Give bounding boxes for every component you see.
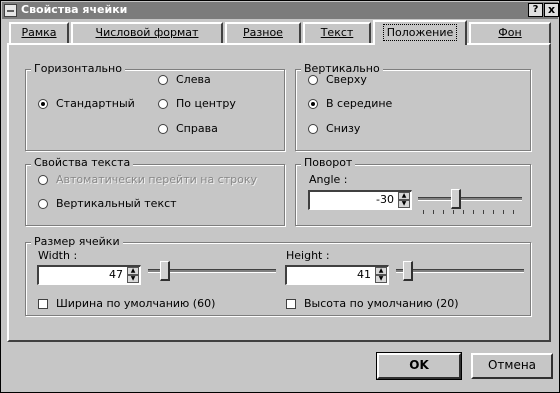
- width-slider[interactable]: [148, 260, 276, 282]
- default-height-checkbox[interactable]: Высота по умолчанию (20): [286, 297, 506, 313]
- horizontal-group-title: Горизонтально: [31, 62, 125, 75]
- down-arrow-icon[interactable]: ▼: [127, 275, 139, 283]
- tab-label: Разное: [243, 26, 283, 39]
- tab-label: Рамка: [21, 26, 57, 39]
- tab-number-format[interactable]: Числовой формат: [71, 22, 223, 44]
- radio-label: В середине: [326, 97, 393, 110]
- radio-label: Справа: [176, 122, 218, 135]
- angle-label: Angle :: [309, 173, 348, 186]
- cancel-button[interactable]: Отмена: [471, 353, 553, 379]
- radio-vertical-text[interactable]: Вертикальный текст: [38, 197, 238, 213]
- width-value: 47: [109, 268, 123, 281]
- radio-auto-wrap: Автоматически перейти на строку: [38, 173, 283, 189]
- radio-left[interactable]: Слева: [158, 73, 268, 89]
- radio-dot: [158, 124, 168, 134]
- height-label: Height :: [286, 249, 330, 262]
- down-arrow-icon[interactable]: ▼: [398, 200, 410, 208]
- width-label: Width :: [38, 249, 78, 262]
- checkbox-box: [286, 299, 296, 309]
- tab-label: Числовой формат: [95, 26, 199, 39]
- height-value: 41: [357, 268, 371, 281]
- radio-right[interactable]: Справа: [158, 122, 268, 138]
- radio-middle[interactable]: В середине: [308, 97, 418, 113]
- up-arrow-icon[interactable]: ▲: [398, 192, 410, 200]
- cell-size-title: Размер ячейки: [31, 235, 123, 248]
- tab-position[interactable]: Положение: [373, 20, 467, 45]
- slider-thumb[interactable]: [403, 261, 413, 281]
- up-arrow-icon[interactable]: ▲: [127, 267, 139, 275]
- ok-label: OK: [409, 358, 429, 372]
- cancel-label: Отмена: [487, 358, 537, 372]
- radio-dot: [158, 75, 168, 85]
- help-button[interactable]: ?: [528, 3, 543, 17]
- radio-standard[interactable]: Стандартный: [38, 97, 148, 113]
- angle-value: -30: [376, 193, 394, 206]
- radio-label: Вертикальный текст: [56, 197, 177, 210]
- window-title: Свойства ячейки: [21, 3, 128, 16]
- checkbox-label: Ширина по умолчанию (60): [56, 297, 216, 310]
- radio-label: Слева: [176, 73, 211, 86]
- tab-border[interactable]: Рамка: [9, 22, 69, 44]
- rotation-title: Поворот: [301, 156, 356, 169]
- tab-text[interactable]: Текст: [303, 22, 371, 44]
- radio-dot: [158, 99, 168, 109]
- radio-dot: [308, 75, 318, 85]
- radio-dot: [38, 199, 48, 209]
- tab-label: Текст: [320, 26, 354, 39]
- system-menu-icon[interactable]: [4, 4, 17, 17]
- close-button[interactable]: x: [544, 3, 559, 17]
- down-arrow-icon[interactable]: ▼: [375, 275, 387, 283]
- radio-dot: [38, 175, 48, 185]
- slider-thumb[interactable]: [451, 189, 461, 209]
- slider-track: [418, 197, 522, 201]
- radio-center[interactable]: По центру: [158, 97, 268, 113]
- radio-label: Сверху: [326, 73, 367, 86]
- angle-slider[interactable]: [418, 188, 522, 215]
- slider-track: [396, 269, 524, 273]
- default-width-checkbox[interactable]: Ширина по умолчанию (60): [38, 297, 258, 313]
- slider-thumb[interactable]: [160, 261, 170, 281]
- radio-top[interactable]: Сверху: [308, 73, 418, 89]
- height-slider[interactable]: [396, 260, 524, 282]
- up-arrow-icon[interactable]: ▲: [375, 267, 387, 275]
- cell-properties-dialog: Свойства ячейки ? x Рамка Числовой форма…: [0, 0, 560, 393]
- radio-dot: [38, 99, 48, 109]
- tab-background[interactable]: Фон: [469, 22, 551, 44]
- radio-bottom[interactable]: Снизу: [308, 122, 418, 138]
- radio-dot: [308, 124, 318, 134]
- height-spinbox[interactable]: 41 ▲ ▼: [285, 265, 389, 285]
- radio-label: По центру: [176, 97, 236, 110]
- radio-label: Снизу: [326, 122, 361, 135]
- tab-misc[interactable]: Разное: [225, 22, 301, 44]
- text-properties-title: Свойства текста: [31, 156, 134, 169]
- radio-label: Автоматически перейти на строку: [56, 173, 258, 186]
- radio-dot: [308, 99, 318, 109]
- title-bar[interactable]: Свойства ячейки ? x: [2, 2, 559, 19]
- tab-label: Фон: [498, 26, 522, 39]
- width-spinbox[interactable]: 47 ▲ ▼: [37, 265, 141, 285]
- angle-spinbox[interactable]: -30 ▲ ▼: [308, 190, 412, 210]
- slider-ticks: [422, 210, 518, 215]
- checkbox-box: [38, 299, 48, 309]
- radio-label: Стандартный: [56, 97, 135, 110]
- checkbox-label: Высота по умолчанию (20): [304, 297, 459, 310]
- ok-button[interactable]: OK: [376, 352, 462, 380]
- tab-label: Положение: [382, 24, 458, 41]
